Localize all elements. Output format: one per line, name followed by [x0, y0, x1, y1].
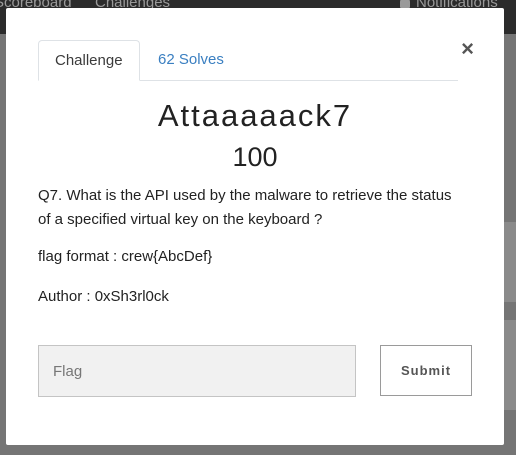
bell-icon	[400, 0, 410, 8]
submit-button[interactable]: Submit	[380, 345, 472, 396]
tab-challenge[interactable]: Challenge	[38, 40, 140, 81]
close-button[interactable]: ×	[461, 38, 474, 60]
challenge-points: 100	[232, 142, 278, 172]
challenge-modal: Challenge 62 Solves × Attaaaaack7 100 Q7…	[6, 8, 504, 445]
flag-format-text: flag format : crew{AbcDef}	[38, 248, 213, 265]
background-card	[504, 222, 516, 302]
tab-solves[interactable]: 62 Solves	[142, 40, 240, 80]
background-card	[504, 320, 516, 410]
challenge-title: Attaaaaack7	[157, 98, 353, 133]
challenge-description: Q7. What is the API used by the malware …	[38, 187, 452, 228]
modal-tabs: Challenge 62 Solves	[38, 40, 458, 81]
author-text: Author : 0xSh3rl0ck	[38, 288, 169, 305]
flag-input[interactable]	[38, 345, 356, 397]
